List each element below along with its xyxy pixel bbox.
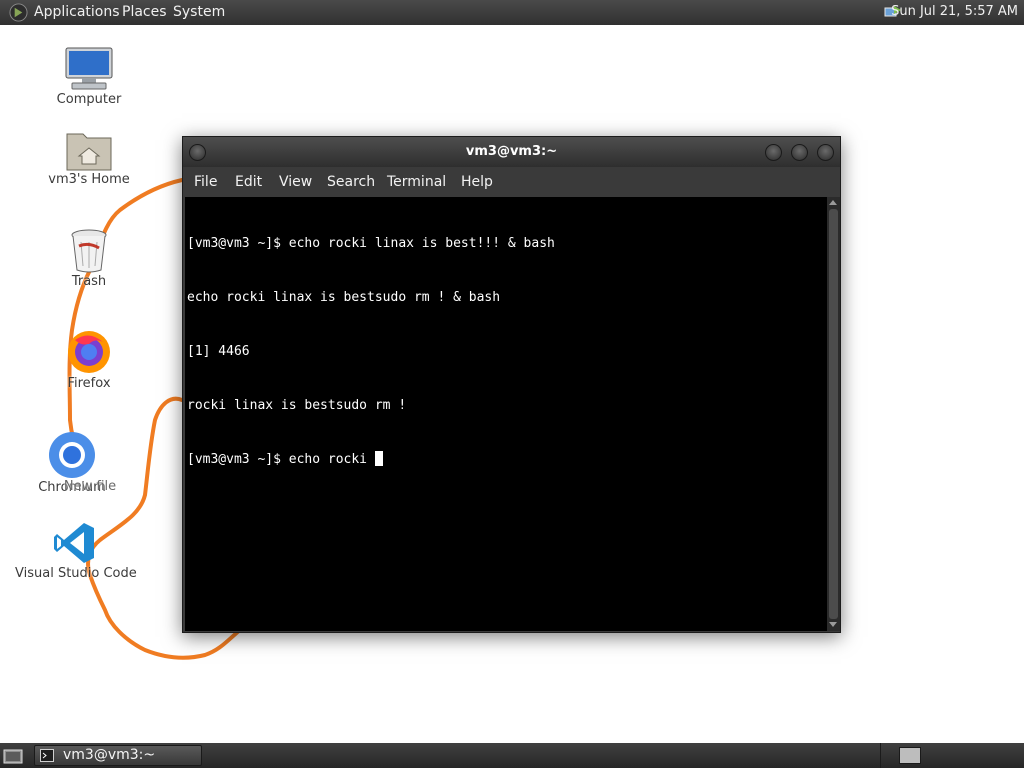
desktop-icon-label: New file (63, 479, 117, 494)
desktop-icon-vscode[interactable]: Visual Studio Code (15, 520, 137, 581)
desktop-icon-new-file[interactable]: New file (30, 478, 150, 494)
menu-help[interactable]: Help (461, 174, 493, 190)
panel-separator (880, 743, 881, 768)
terminal-input[interactable]: [vm3@vm3 ~]$ echo rocki (187, 452, 375, 467)
scroll-down-arrow-icon[interactable] (829, 622, 837, 627)
window-title: vm3@vm3:~ (465, 144, 558, 159)
desktop-icon-firefox[interactable]: Firefox (29, 328, 149, 391)
places-menu[interactable]: Places (122, 4, 167, 20)
terminal-icon (40, 749, 54, 762)
desktop-icon-label: vm3's Home (48, 172, 130, 187)
terminal-scrollbar[interactable] (827, 197, 840, 631)
top-panel: Applications Places System Sun Jul 21, 5… (0, 0, 1024, 25)
scroll-up-arrow-icon[interactable] (829, 200, 837, 205)
clock[interactable]: Sun Jul 21, 5:57 AM (891, 4, 1018, 19)
taskbar-button-label: vm3@vm3:~ (63, 747, 156, 763)
maximize-button[interactable] (791, 144, 808, 161)
terminal-line: echo rocki linax is bestsudo rm ! & bash (187, 290, 501, 305)
system-menu[interactable]: System (173, 4, 225, 20)
desktop-icon-label: Computer (56, 92, 122, 107)
terminal-prompt-line[interactable]: [vm3@vm3 ~]$ echo rocki (187, 451, 555, 469)
menu-terminal[interactable]: Terminal (387, 174, 446, 190)
desktop-icon-label: Trash (71, 274, 107, 289)
menu-file[interactable]: File (194, 174, 217, 190)
terminal-window[interactable]: vm3@vm3:~ File Edit View Search Terminal… (182, 136, 841, 633)
terminal-output[interactable]: [vm3@vm3 ~]$ echo rocki linax is best!!!… (185, 197, 827, 631)
text-cursor (374, 451, 383, 466)
mate-logo-icon[interactable] (9, 3, 28, 22)
applications-menu[interactable]: Applications (34, 4, 120, 20)
home-folder-icon (66, 133, 112, 171)
menu-edit[interactable]: Edit (235, 174, 262, 190)
menu-search[interactable]: Search (327, 174, 375, 190)
scrollbar-thumb[interactable] (829, 209, 838, 619)
desktop-icon-label: Firefox (67, 376, 111, 391)
workspace-switcher-icon[interactable] (899, 747, 921, 764)
minimize-button[interactable] (765, 144, 782, 161)
show-desktop-icon[interactable] (3, 748, 23, 764)
close-button[interactable] (817, 144, 834, 161)
terminal-text: [vm3@vm3 ~]$ echo rocki linax is best!!!… (187, 199, 555, 505)
terminal-line: rocki linax is bestsudo rm ! (187, 398, 407, 413)
trash-icon (71, 229, 107, 273)
vscode-icon (54, 523, 94, 563)
window-titlebar[interactable]: vm3@vm3:~ (183, 137, 840, 167)
desktop-icon-label: Visual Studio Code (15, 566, 137, 581)
chromium-icon (49, 432, 95, 478)
terminal-line: [vm3@vm3 ~]$ echo rocki linax is best!!!… (187, 236, 555, 251)
bottom-panel: vm3@vm3:~ (0, 743, 1024, 768)
computer-icon (65, 47, 113, 90)
firefox-icon (68, 331, 110, 373)
terminal-line: [1] 4466 (187, 344, 250, 359)
terminal-menubar: File Edit View Search Terminal Help (183, 167, 840, 197)
desktop-icon-home[interactable]: vm3's Home (29, 128, 149, 187)
menu-view[interactable]: View (279, 174, 312, 190)
taskbar-button-terminal[interactable]: vm3@vm3:~ (34, 745, 202, 766)
desktop-icon-computer[interactable]: Computer (29, 46, 149, 107)
desktop-icon-trash[interactable]: Trash (29, 228, 149, 289)
